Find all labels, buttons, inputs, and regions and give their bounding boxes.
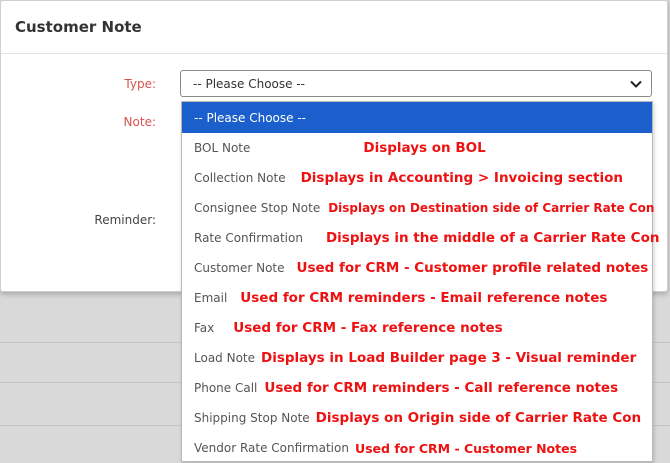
dropdown-option[interactable]: -- Please Choose -- [182,102,652,133]
dropdown-option[interactable]: Shipping Stop Note Displays on Origin si… [182,403,652,433]
option-annotation: Displays in the middle of a Carrier Rate… [325,230,660,246]
option-annotation: Displays on Destination side of Carrier … [328,201,655,215]
dropdown-option[interactable]: Consignee Stop Note Displays on Destinat… [182,193,655,223]
option-label: Phone Call [194,381,258,395]
chevron-down-icon[interactable] [629,77,643,91]
dropdown-option[interactable]: Collection Note Displays in Accounting >… [182,163,652,193]
option-label: Collection Note [194,171,286,185]
dropdown-option[interactable]: Load Note Displays in Load Builder page … [182,343,652,373]
option-annotation: Used for CRM reminders - Call reference … [264,380,619,396]
modal-title: Customer Note [15,18,142,36]
option-label: Email [194,291,228,305]
modal-header: Customer Note [1,1,667,54]
dropdown-option[interactable]: Phone Call Used for CRM reminders - Call… [182,373,652,403]
option-label: Customer Note [194,261,285,275]
option-annotation: Used for CRM - Customer Notes [354,440,578,456]
option-label: Consignee Stop Note [194,201,321,215]
dropdown-option[interactable]: Customer Note Used for CRM - Customer pr… [182,253,652,283]
option-label: -- Please Choose -- [194,110,307,125]
type-select-value: -- Please Choose -- [193,76,306,91]
option-annotation: Displays in Load Builder page 3 - Visual… [261,350,637,366]
option-label: Load Note [194,351,256,365]
option-annotation: Displays on BOL [363,140,486,156]
option-label: Fax [194,321,215,335]
type-select[interactable]: -- Please Choose -- [180,70,652,97]
dropdown-option[interactable]: Fax Used for CRM - Fax reference notes [182,313,652,343]
option-label: Shipping Stop Note [194,411,310,425]
type-dropdown-list: -- Please Choose -- BOL Note Displays on… [181,101,659,463]
option-label: Rate Confirmation [194,231,303,245]
dropdown-option[interactable]: Rate Confirmation Displays in the middle… [182,223,659,253]
type-label: Type: [124,77,156,91]
option-label: Vendor Rate Confirmation [194,441,349,455]
option-annotation: Displays in Accounting > Invoicing secti… [300,170,624,186]
dropdown-option[interactable]: BOL Note Displays on BOL [182,133,652,163]
dropdown-option[interactable]: Email Used for CRM reminders - Email ref… [182,283,652,313]
option-annotation: Displays on Origin side of Carrier Rate … [315,410,642,426]
option-annotation: Used for CRM - Customer profile related … [296,260,649,276]
note-label: Note: [123,115,156,129]
option-annotation: Used for CRM reminders - Email reference… [240,290,608,306]
reminder-label: Reminder: [94,213,156,227]
option-annotation: Used for CRM - Fax reference notes [233,320,503,336]
dropdown-option[interactable]: Vendor Rate Confirmation Used for CRM - … [182,433,652,463]
option-label: BOL Note [194,141,251,155]
